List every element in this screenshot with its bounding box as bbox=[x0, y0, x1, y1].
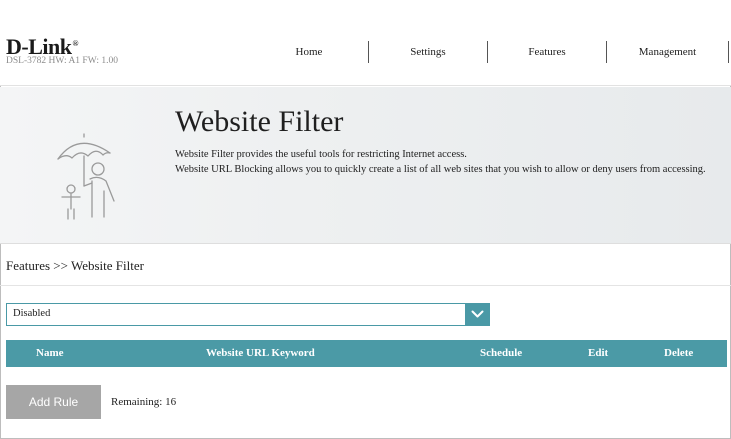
remaining-count: Remaining: 16 bbox=[111, 396, 177, 408]
nav-separator bbox=[728, 41, 729, 63]
chevron-down-icon bbox=[471, 310, 484, 318]
page-banner: Website Filter Website Filter provides t… bbox=[0, 87, 731, 244]
filter-mode-value: Disabled bbox=[13, 308, 51, 319]
description-line: Website Filter provides the useful tools… bbox=[175, 149, 467, 160]
breadcrumb: Features >> Website Filter bbox=[6, 258, 144, 273]
nav-features[interactable]: Features bbox=[488, 46, 606, 58]
column-header-schedule: Schedule bbox=[480, 347, 523, 359]
page-title: Website Filter bbox=[175, 105, 344, 138]
column-header-url-keyword: Website URL Keyword bbox=[206, 347, 315, 359]
column-header-delete: Delete bbox=[664, 347, 694, 359]
main-nav: Home Settings Features Management bbox=[250, 40, 729, 64]
filter-mode-select[interactable]: Disabled bbox=[6, 303, 490, 326]
nav-home[interactable]: Home bbox=[250, 46, 368, 58]
header: D-Link® DSL-3782 HW: A1 FW: 1.00 Home Se… bbox=[0, 0, 731, 86]
column-header-name: Name bbox=[36, 347, 64, 359]
rules-table-header: Name Website URL Keyword Schedule Edit D… bbox=[6, 340, 727, 367]
add-rule-button[interactable]: Add Rule bbox=[6, 385, 101, 419]
description-line: Website URL Blocking allows you to quick… bbox=[175, 163, 706, 175]
column-header-edit: Edit bbox=[588, 347, 609, 359]
nav-settings[interactable]: Settings bbox=[369, 46, 487, 58]
divider bbox=[0, 285, 731, 286]
hardware-firmware-info: DSL-3782 HW: A1 FW: 1.00 bbox=[6, 56, 118, 66]
dropdown-toggle-button[interactable] bbox=[465, 303, 490, 326]
umbrella-family-icon bbox=[57, 133, 115, 220]
page-description: Website Filter provides the useful tools… bbox=[175, 148, 727, 177]
nav-management[interactable]: Management bbox=[607, 46, 728, 58]
